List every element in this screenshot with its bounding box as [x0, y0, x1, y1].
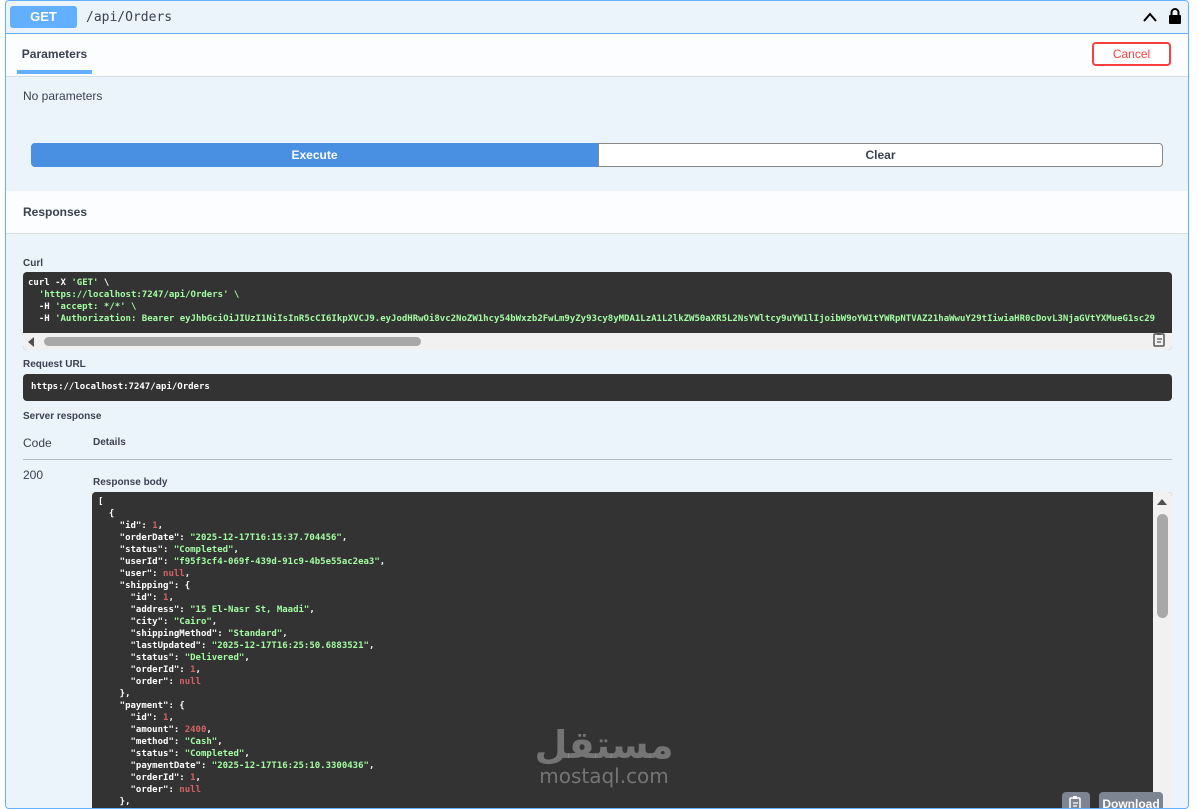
no-parameters-text: No parameters	[23, 89, 103, 103]
copy-icon	[1069, 796, 1081, 808]
curl-line: 'https://localhost:7247/api/Orders' \	[28, 290, 240, 300]
curl-line: curl -X 'GET' \	[28, 278, 110, 288]
json-line: "status": "Delivered",	[98, 653, 250, 663]
json-line: "shipping": {	[98, 581, 191, 591]
clear-button[interactable]: Clear	[598, 143, 1163, 167]
json-line: "amount": 2400,	[98, 725, 212, 735]
json-line: "order": null	[98, 677, 201, 687]
json-line: "city": "Cairo",	[98, 617, 218, 627]
lock-icon[interactable]	[1168, 7, 1182, 25]
response-body-json: [ { "id": 1, "orderDate": "2025-12-17T16…	[98, 496, 385, 808]
curl-block[interactable]: curl -X 'GET' \ 'https://localhost:7247/…	[23, 272, 1172, 350]
json-line: "lastUpdated": "2025-12-17T16:25:50.6883…	[98, 641, 375, 651]
json-line: "shippingMethod": "Standard",	[98, 629, 288, 639]
code-column-header: Code	[23, 436, 52, 450]
json-line: "id": 1,	[98, 593, 174, 603]
operation-summary[interactable]: GET /api/Orders	[6, 1, 1188, 34]
parameters-header: Parameters Cancel	[6, 34, 1188, 77]
endpoint-path: /api/Orders	[86, 10, 173, 25]
cancel-button[interactable]: Cancel	[1092, 42, 1171, 66]
request-url: https://localhost:7247/api/Orders	[31, 382, 210, 392]
curl-line: -H 'Authorization: Bearer eyJhbGciOiJIUz…	[28, 314, 1156, 324]
json-line: "paymentDate": "2025-12-17T16:25:10.3300…	[98, 761, 375, 771]
json-line: "orderId": 1,	[98, 773, 201, 783]
json-line: {	[98, 509, 115, 519]
status-code: 200	[23, 468, 44, 482]
json-line: },	[98, 797, 131, 807]
watermark-latin: mostaql.com	[539, 764, 669, 788]
curl-horizontal-scrollbar[interactable]	[23, 333, 1172, 350]
response-body-label: Response body	[93, 477, 168, 488]
request-url-block[interactable]: https://localhost:7247/api/Orders	[23, 374, 1172, 401]
json-line: "method": "Cash",	[98, 737, 223, 747]
response-vertical-scrollbar[interactable]	[1153, 492, 1172, 808]
responses-header: Responses	[6, 191, 1188, 234]
curl-command: curl -X 'GET' \ 'https://localhost:7247/…	[28, 277, 1155, 325]
watermark: مستقل mostaql.com	[524, 725, 684, 787]
chevron-up-icon[interactable]	[1142, 10, 1158, 24]
scroll-up-arrow-icon[interactable]	[1157, 499, 1167, 505]
curl-label: Curl	[23, 258, 43, 269]
http-method-badge: GET	[10, 6, 77, 28]
json-line: "userId": "f95f3cf4-069f-439d-91c9-4b5e5…	[98, 557, 386, 567]
download-button[interactable]: Download	[1099, 792, 1163, 808]
details-column-header: Details	[93, 437, 126, 448]
json-line: "id": 1,	[98, 521, 164, 531]
json-line: "address": "15 El-Nasr St, Maadi",	[98, 605, 315, 615]
responses-heading: Responses	[23, 205, 88, 219]
watermark-arabic: مستقل	[534, 723, 674, 767]
operation-block: GET /api/Orders Parameters Cancel No par…	[5, 0, 1189, 809]
table-divider	[23, 459, 1172, 460]
json-line: [	[98, 497, 104, 507]
json-line: "order": null	[98, 785, 201, 795]
json-line: "user": null,	[98, 569, 191, 579]
json-line: "orderDate": "2025-12-17T16:15:37.704456…	[98, 533, 348, 543]
json-line: "payment": {	[98, 701, 185, 711]
json-line: "status": "Completed",	[98, 749, 250, 759]
copy-icon[interactable]	[1152, 331, 1168, 347]
request-url-label: Request URL	[23, 359, 86, 370]
execute-button[interactable]: Execute	[31, 143, 598, 167]
tab-parameters[interactable]: Parameters	[17, 34, 92, 74]
scroll-left-arrow-icon[interactable]	[28, 337, 34, 347]
curl-line: -H 'accept: */*' \	[28, 302, 137, 312]
json-line: },	[98, 689, 131, 699]
scrollbar-thumb[interactable]	[44, 337, 421, 346]
scrollbar-thumb[interactable]	[1157, 514, 1168, 618]
json-line: "orderId": 1,	[98, 665, 201, 675]
server-response-label: Server response	[23, 411, 102, 422]
copy-response-button[interactable]	[1062, 792, 1090, 808]
json-line: "id": 1,	[98, 713, 174, 723]
json-line: "status": "Completed",	[98, 545, 239, 555]
